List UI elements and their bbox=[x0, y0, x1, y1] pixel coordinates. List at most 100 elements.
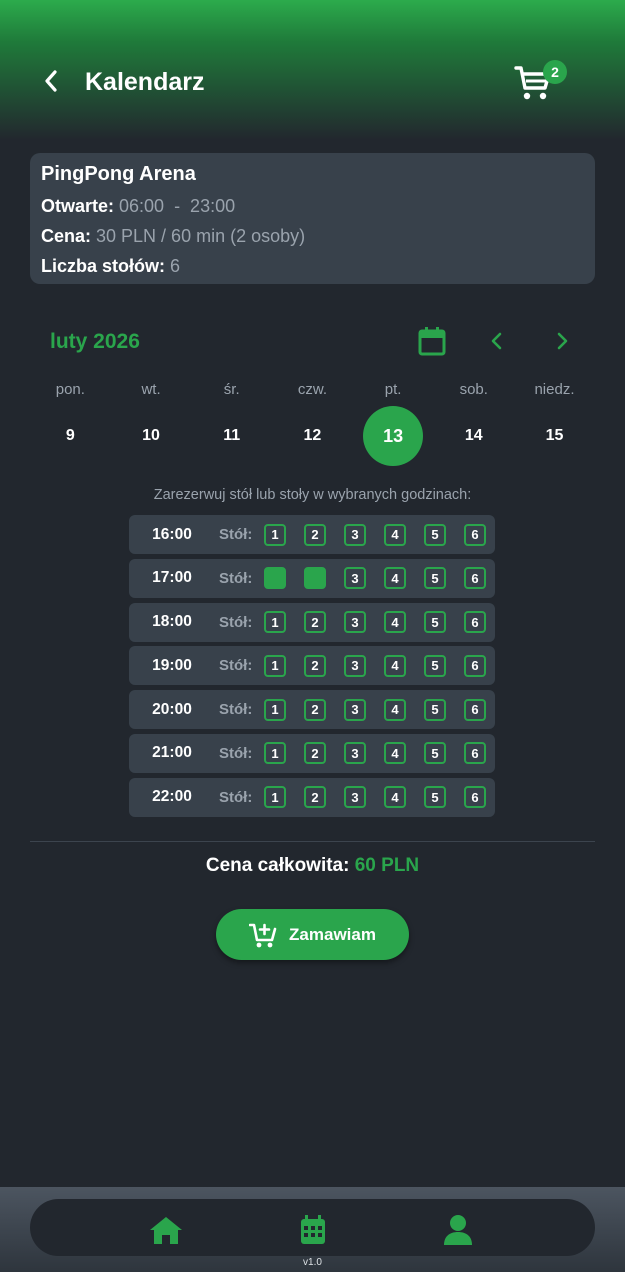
table-toggle[interactable]: 1 bbox=[264, 786, 286, 809]
table-toggle[interactable]: 3 bbox=[344, 654, 366, 677]
chevron-left-icon bbox=[491, 332, 502, 350]
table-toggle[interactable]: 6 bbox=[464, 742, 486, 765]
table-toggle[interactable]: 3 bbox=[344, 786, 366, 809]
table-toggle[interactable]: 1 bbox=[264, 611, 286, 634]
weekday-label: śr. bbox=[223, 381, 240, 398]
day-number: 9 bbox=[65, 427, 75, 444]
price-info: Cena: 30 PLN / 60 min (2 osoby) bbox=[41, 226, 584, 246]
table-toggle[interactable]: 5 bbox=[424, 786, 446, 809]
tables-count-value: 6 bbox=[165, 256, 181, 276]
table-toggle[interactable]: 4 bbox=[384, 611, 406, 634]
time-slot-row: 20:00 Stół: 1 2 3 4 5 6 bbox=[129, 690, 495, 730]
slot-time: 16:00 bbox=[152, 525, 192, 543]
nav-home[interactable] bbox=[149, 1213, 183, 1247]
month-label: luty 2026 bbox=[50, 330, 140, 353]
table-toggle-selected[interactable]: 1 bbox=[264, 567, 286, 590]
table-toggle[interactable]: 5 bbox=[424, 567, 446, 590]
time-slot-row: 17:00 Stół: 123456 bbox=[129, 558, 495, 598]
table-toggle[interactable]: 2 bbox=[304, 523, 326, 546]
table-toggle[interactable]: 6 bbox=[464, 523, 486, 546]
table-toggle[interactable]: 4 bbox=[384, 567, 406, 590]
table-toggle[interactable]: 2 bbox=[304, 654, 326, 677]
weekday-label: pt. bbox=[384, 381, 402, 398]
user-icon bbox=[444, 1215, 472, 1245]
table-label: Stół: bbox=[219, 788, 253, 806]
table-toggle[interactable]: 2 bbox=[304, 698, 326, 721]
table-label: Stół: bbox=[219, 569, 253, 587]
table-toggle[interactable]: 6 bbox=[464, 698, 486, 721]
table-toggle[interactable]: 6 bbox=[464, 611, 486, 634]
time-slot-row: 21:00 Stół: 1 2 3 4 5 6 bbox=[129, 733, 495, 773]
table-toggle[interactable]: 5 bbox=[424, 654, 446, 677]
day-number: 10 bbox=[142, 427, 160, 444]
table-toggle[interactable]: 1 bbox=[264, 742, 286, 765]
date-picker-button[interactable] bbox=[418, 326, 446, 356]
nav-calendar[interactable] bbox=[296, 1213, 330, 1247]
table-toggle[interactable]: 1 bbox=[264, 698, 286, 721]
table-toggle[interactable]: 4 bbox=[384, 786, 406, 809]
reservation-hint: Zarezerwuj stół lub stoły w wybranych go… bbox=[153, 487, 472, 503]
table-toggle-group: 123456 bbox=[264, 611, 486, 634]
table-toggle[interactable]: 4 bbox=[384, 698, 406, 721]
table-toggle[interactable]: 2 bbox=[304, 786, 326, 809]
table-toggle-group: 123456 bbox=[264, 698, 486, 721]
time-slot-row: 19:00 Stół: 1 2 3 4 5 6 bbox=[129, 646, 495, 686]
opening-hours-label: Otwarte: bbox=[41, 196, 115, 216]
day-cell-selected[interactable]: 13 bbox=[353, 406, 434, 466]
table-toggle[interactable]: 2 bbox=[304, 611, 326, 634]
day-number: 12 bbox=[303, 427, 322, 444]
table-toggle[interactable]: 3 bbox=[344, 611, 366, 634]
order-button[interactable]: Zamawiam bbox=[216, 909, 409, 960]
chevron-right-icon bbox=[557, 332, 568, 350]
table-toggle[interactable]: 1 bbox=[264, 523, 286, 546]
day-cell[interactable]: 12 bbox=[272, 406, 353, 466]
table-toggle[interactable]: 3 bbox=[344, 567, 366, 590]
day-number: 13 bbox=[363, 406, 424, 466]
calendar-icon bbox=[301, 1215, 325, 1244]
day-cell[interactable]: 14 bbox=[433, 406, 514, 466]
total-price-value: 60 PLN bbox=[354, 855, 420, 876]
home-icon bbox=[150, 1217, 182, 1244]
price-label: Cena: bbox=[41, 226, 92, 246]
weekday-label: sob. bbox=[459, 381, 488, 398]
nav-profile[interactable] bbox=[441, 1213, 475, 1247]
table-toggle[interactable]: 3 bbox=[344, 698, 366, 721]
day-number: 15 bbox=[545, 427, 564, 444]
table-toggle[interactable]: 3 bbox=[344, 742, 366, 765]
next-week-button[interactable] bbox=[552, 330, 572, 352]
table-toggle[interactable]: 6 bbox=[464, 786, 486, 809]
table-toggle[interactable]: 5 bbox=[424, 611, 446, 634]
day-cell[interactable]: 10 bbox=[111, 406, 192, 466]
table-toggle[interactable]: 4 bbox=[384, 742, 406, 765]
slot-time: 18:00 bbox=[152, 613, 192, 631]
total-price-label: Cena całkowita: bbox=[205, 855, 350, 876]
table-toggle[interactable]: 4 bbox=[384, 523, 406, 546]
day-selector: 9 10 11 12 13 14 15 bbox=[30, 406, 595, 466]
chevron-left-icon bbox=[45, 70, 57, 92]
table-toggle[interactable]: 3 bbox=[344, 523, 366, 546]
table-toggle[interactable]: 4 bbox=[384, 654, 406, 677]
table-toggle[interactable]: 6 bbox=[464, 567, 486, 590]
table-toggle[interactable]: 6 bbox=[464, 654, 486, 677]
table-toggle-group: 123456 bbox=[264, 567, 486, 590]
page-title: Kalendarz bbox=[85, 68, 205, 96]
slot-time: 20:00 bbox=[152, 700, 192, 718]
table-toggle[interactable]: 5 bbox=[424, 523, 446, 546]
slot-time: 17:00 bbox=[152, 569, 192, 587]
table-toggle[interactable]: 2 bbox=[304, 742, 326, 765]
back-button[interactable] bbox=[36, 66, 66, 96]
weekday-label: czw. bbox=[297, 381, 327, 398]
previous-week-button[interactable] bbox=[487, 330, 507, 352]
table-toggle-selected[interactable]: 2 bbox=[304, 567, 326, 590]
table-label: Stół: bbox=[219, 613, 253, 631]
table-toggle[interactable]: 5 bbox=[424, 698, 446, 721]
tables-count: Liczba stołów: 6 bbox=[41, 256, 584, 276]
day-cell[interactable]: 11 bbox=[191, 406, 272, 466]
weekday-header: pon. wt. śr. czw. pt. sob. niedz. bbox=[30, 381, 595, 399]
table-toggle[interactable]: 1 bbox=[264, 654, 286, 677]
venue-info-card: PingPong Arena Otwarte: 06:00 - 23:00 Ce… bbox=[30, 153, 595, 284]
table-toggle[interactable]: 5 bbox=[424, 742, 446, 765]
day-cell[interactable]: 15 bbox=[514, 406, 595, 466]
total-price: Cena całkowita: 60 PLN bbox=[0, 854, 625, 878]
day-cell[interactable]: 9 bbox=[30, 406, 111, 466]
